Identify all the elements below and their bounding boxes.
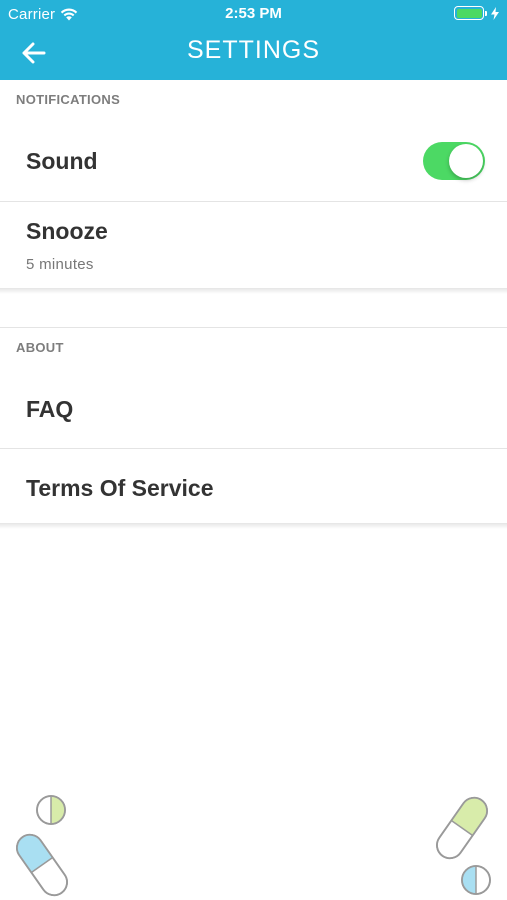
nav-bar: SETTINGS [0, 28, 507, 80]
pill-capsule-icon [16, 795, 68, 897]
status-bar: Carrier 2:53 PM [0, 0, 507, 28]
terms-label: Terms Of Service [26, 475, 214, 501]
settings-row-terms[interactable]: Terms Of Service [0, 449, 507, 523]
toggle-knob [449, 144, 483, 178]
section-shadow [0, 523, 507, 529]
status-time: 2:53 PM [225, 5, 282, 22]
pill-tablet-icon [436, 796, 491, 895]
app-header: Carrier 2:53 PM SETTINGS [0, 0, 507, 80]
sound-toggle[interactable] [423, 142, 485, 180]
section-header-about: ABOUT [16, 340, 64, 355]
snooze-value: 5 minutes [26, 256, 94, 273]
battery-indicator [454, 6, 499, 20]
snooze-label: Snooze [26, 218, 108, 244]
section-shadow [0, 288, 507, 294]
sound-label: Sound [26, 148, 98, 174]
battery-level-fill [456, 8, 482, 18]
settings-row-faq[interactable]: FAQ [0, 370, 507, 448]
settings-row-snooze[interactable]: Snooze 5 minutes [0, 202, 507, 288]
faq-label: FAQ [26, 396, 74, 422]
section-header-notifications: NOTIFICATIONS [16, 92, 121, 107]
divider [0, 327, 507, 328]
battery-icon [454, 6, 484, 20]
battery-tip [485, 10, 487, 16]
bolt-icon [491, 6, 499, 20]
page-title: SETTINGS [186, 36, 320, 64]
